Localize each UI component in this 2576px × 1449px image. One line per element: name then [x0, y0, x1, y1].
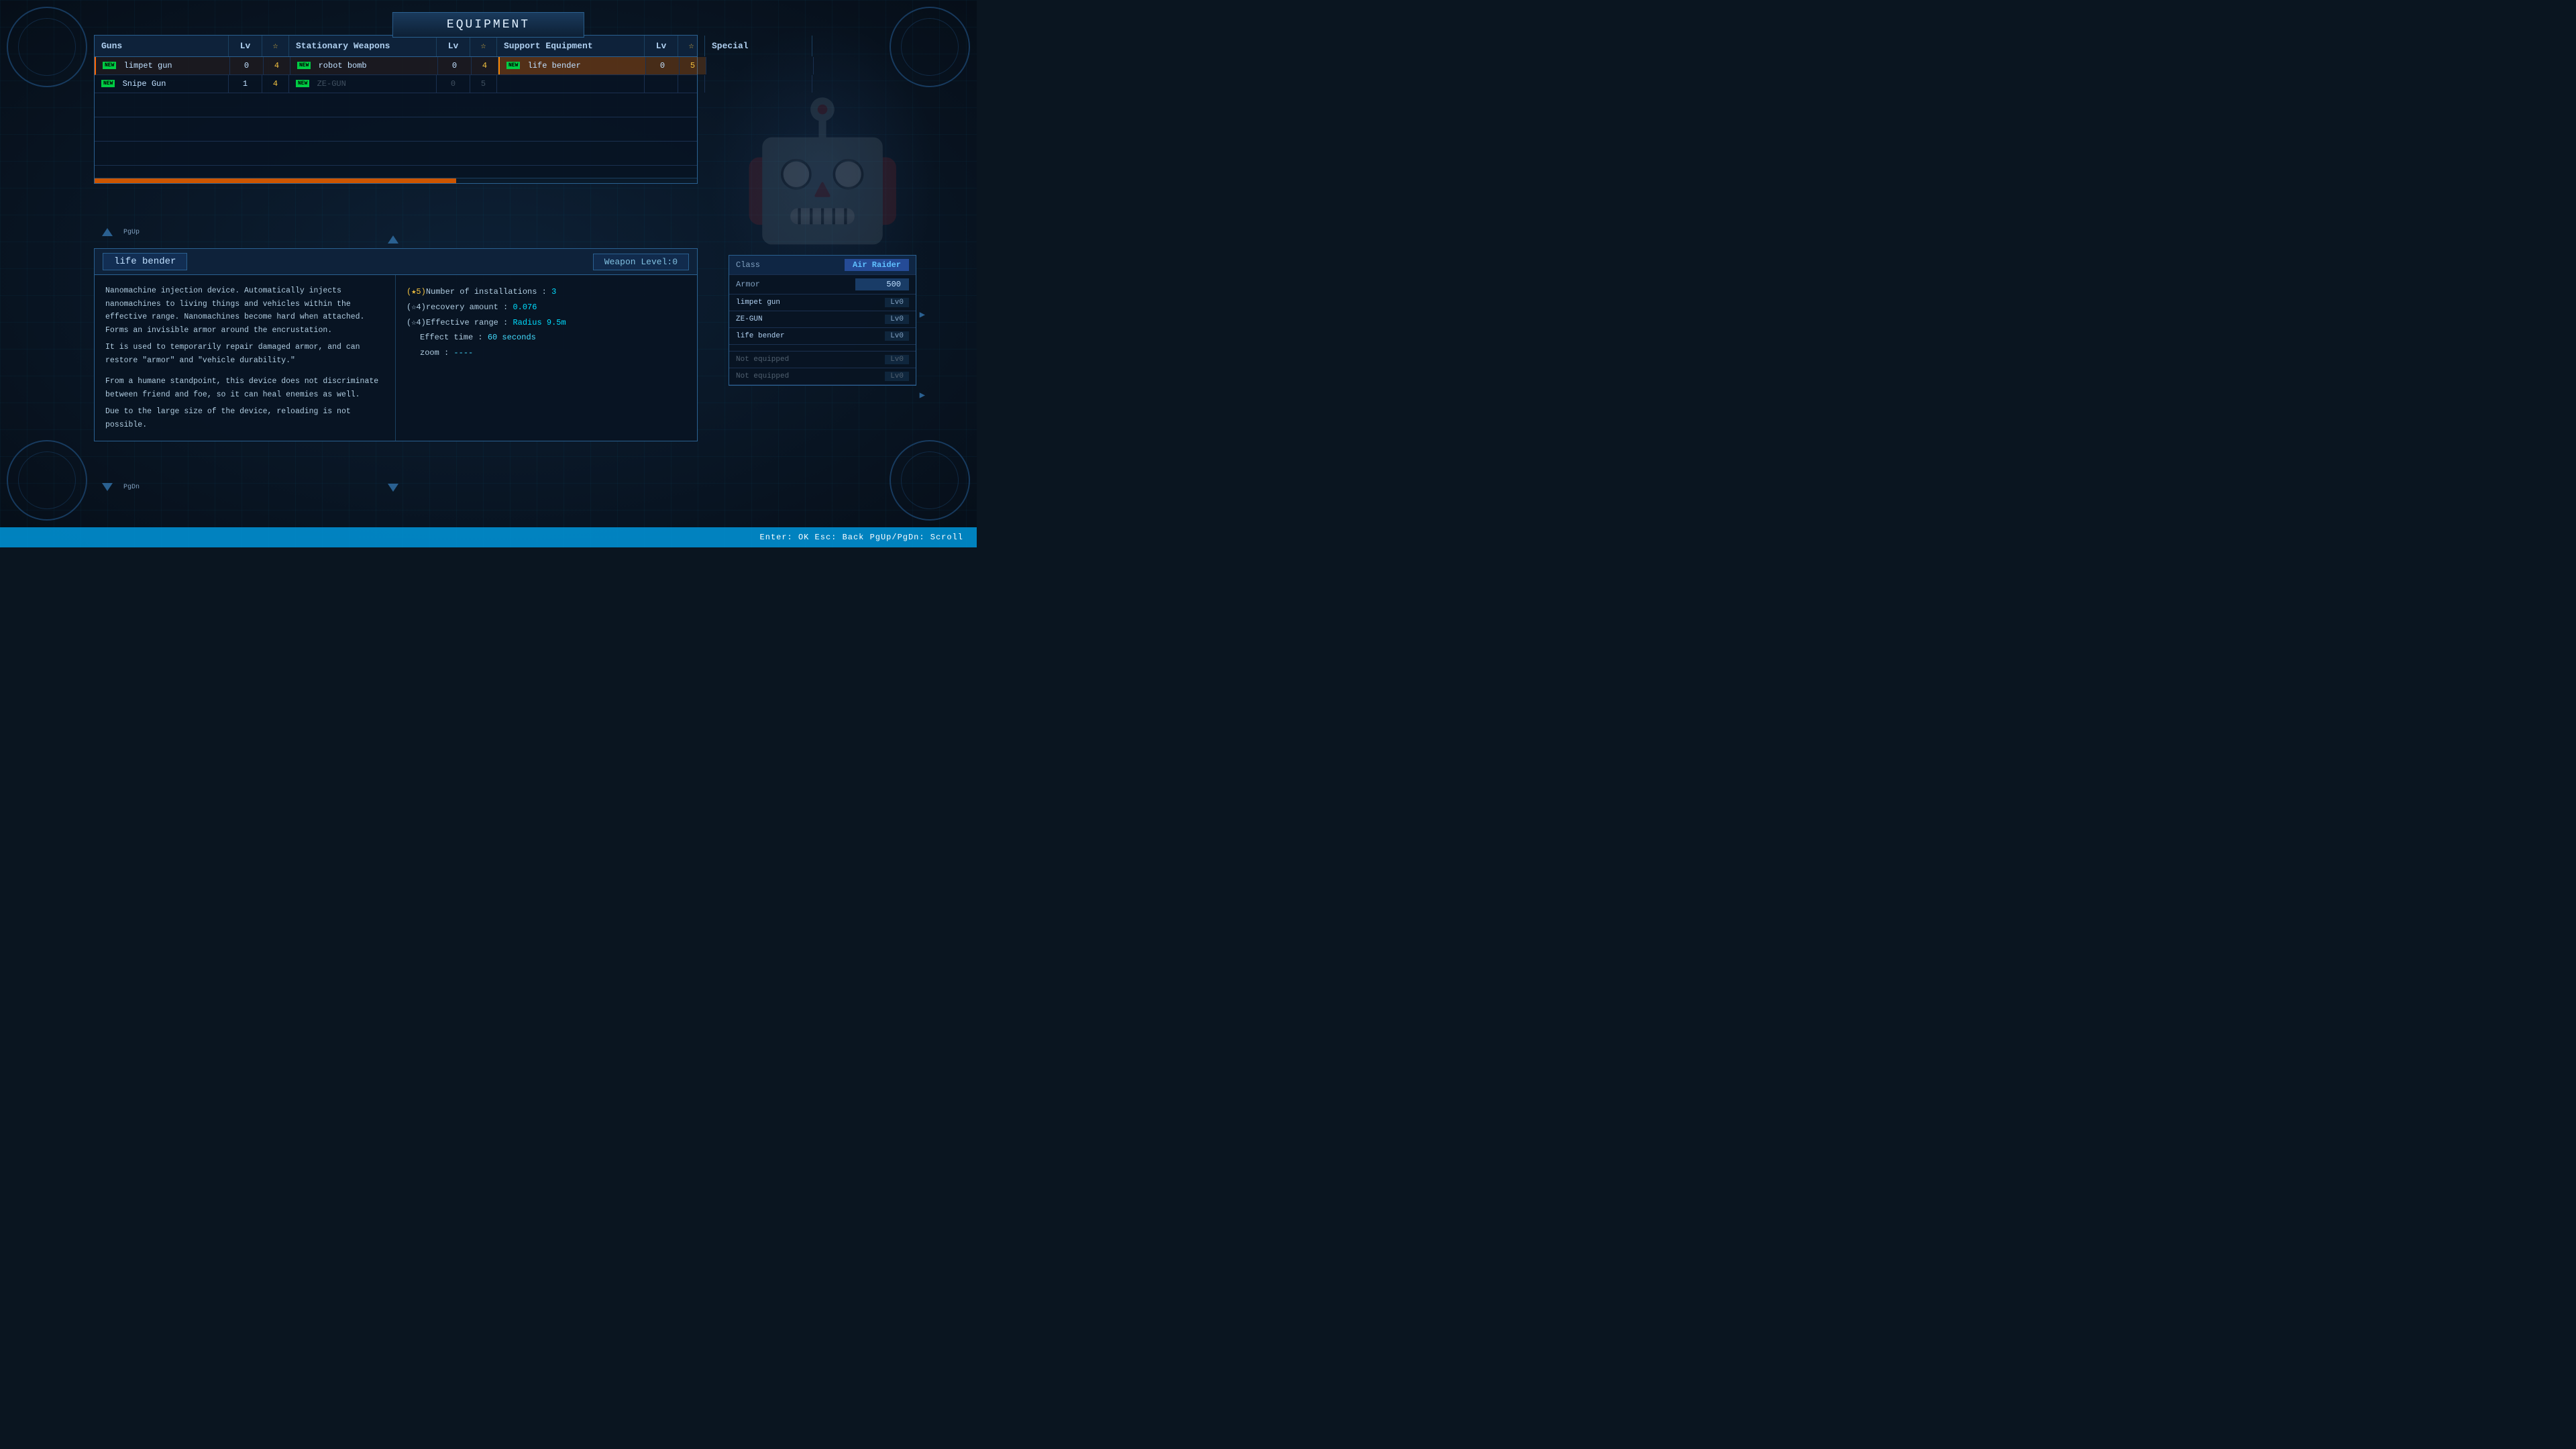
- guns-star-1: 4: [264, 57, 290, 74]
- col-support: Support Equipment: [497, 36, 645, 56]
- pgup-nav[interactable]: PgUp: [99, 228, 140, 236]
- sup-item-1[interactable]: NEW life bender: [498, 57, 646, 74]
- new-badge: NEW: [103, 62, 116, 69]
- equipment-panel: Guns Lv ☆ Stationary Weapons Lv ☆ Suppor…: [94, 35, 698, 184]
- equip-slot-4[interactable]: Not equipped Lv0: [729, 352, 916, 368]
- detail-header: life bender Weapon Level:0: [95, 249, 697, 275]
- col-sup-star: ☆: [678, 36, 705, 56]
- pgup-icon: [102, 228, 113, 236]
- stat-star-2: 5: [470, 75, 497, 93]
- detail-panel: life bender Weapon Level:0 Nanomachine i…: [94, 248, 698, 441]
- equip-3-lv: Lv0: [885, 331, 909, 341]
- corner-decoration-tl: [7, 7, 87, 87]
- stat-star-1: 4: [472, 57, 498, 74]
- hint-text: Enter: OK Esc: Back PgUp/PgDn: Scroll: [760, 533, 963, 542]
- equip-1-lv: Lv0: [885, 298, 909, 307]
- equip-5-lv: Lv0: [885, 372, 909, 381]
- col-sup-lv: Lv: [645, 36, 678, 56]
- guns-lv-1: 0: [230, 57, 264, 74]
- class-label: Class: [736, 260, 760, 270]
- stat-line-5: zoom : ----: [407, 345, 686, 361]
- guns-star-2: 4: [262, 75, 289, 93]
- scroll-up-icon: [388, 235, 398, 244]
- new-badge-stat: NEW: [297, 62, 311, 69]
- page-title: Equipment: [447, 18, 530, 32]
- equip-slot-2[interactable]: ZE-GUN Lv0: [729, 311, 916, 328]
- col-special: Special: [705, 36, 812, 56]
- stat-line-2: (☆4)recovery amount : 0.076: [407, 300, 686, 315]
- new-badge-stat-2: NEW: [296, 80, 309, 87]
- guns-lv-2: 1: [229, 75, 262, 93]
- detail-stats: (★5)Number of installations : 3 (☆4)reco…: [396, 275, 697, 441]
- equip-slot-5[interactable]: Not equipped Lv0: [729, 368, 916, 385]
- pgup-label[interactable]: PgUp: [123, 229, 140, 236]
- stat-lv-2: 0: [437, 75, 470, 93]
- hint-bar: Enter: OK Esc: Back PgUp/PgDn: Scroll: [0, 527, 977, 547]
- equip-1-name: limpet gun: [736, 299, 780, 307]
- sup-item-2: [497, 75, 645, 93]
- special-1: [706, 57, 814, 74]
- equip-spacer: [729, 345, 916, 352]
- scroll-down-icon: [388, 484, 398, 492]
- equip-4-name: Not equipped: [736, 356, 789, 364]
- guns-item-1[interactable]: NEW limpet gun: [96, 57, 230, 74]
- weapon-level: Weapon Level:0: [593, 254, 689, 270]
- guns-item-2[interactable]: NEW Snipe Gun: [95, 75, 229, 93]
- new-badge-sup: NEW: [506, 62, 520, 69]
- table-row-empty-2: [95, 117, 697, 142]
- char-class-row: Class Air Raider: [729, 256, 916, 275]
- character-panel: Class Air Raider Armor 500 limpet gun Lv…: [729, 255, 916, 386]
- stat-item-1[interactable]: NEW robot bomb: [290, 57, 438, 74]
- stat-line-1: (★5)Number of installations : 3: [407, 284, 686, 300]
- scrollbar[interactable]: [95, 178, 697, 183]
- equip-slot-3[interactable]: life bender Lv0: [729, 328, 916, 345]
- sup-star-2: [678, 75, 705, 93]
- char-armor-row: Armor 500: [729, 275, 916, 294]
- sup-star-1: 5: [680, 57, 706, 74]
- new-badge-2: NEW: [101, 80, 115, 87]
- col-guns-star: ☆: [262, 36, 289, 56]
- table-row-empty-1: [95, 93, 697, 117]
- stat-line-4: Effect time : 60 seconds: [407, 330, 686, 345]
- arrow-right-2: ▶: [920, 390, 925, 401]
- equip-2-name: ZE-GUN: [736, 315, 763, 323]
- equip-slot-1[interactable]: limpet gun Lv0: [729, 294, 916, 311]
- col-guns: Guns: [95, 36, 229, 56]
- armor-value: 500: [855, 278, 909, 290]
- detail-description: Nanomachine injection device. Automatica…: [95, 275, 396, 441]
- detail-body: Nanomachine injection device. Automatica…: [95, 275, 697, 441]
- equip-4-lv: Lv0: [885, 355, 909, 364]
- stat-item-2[interactable]: NEW ZE-GUN: [289, 75, 437, 93]
- stat-lv-1: 0: [438, 57, 472, 74]
- table-row[interactable]: NEW Snipe Gun 1 4 NEW ZE-GUN 0 5: [95, 75, 697, 93]
- col-stat-star: ☆: [470, 36, 497, 56]
- col-stationary: Stationary Weapons: [289, 36, 437, 56]
- table-row[interactable]: NEW limpet gun 0 4 NEW robot bomb 0 4 NE…: [95, 57, 697, 75]
- pgdn-icon: [102, 483, 113, 491]
- equip-2-lv: Lv0: [885, 315, 909, 324]
- col-stat-lv: Lv: [437, 36, 470, 56]
- pgdn-nav[interactable]: PgDn: [99, 483, 140, 491]
- table-row-empty-3: [95, 142, 697, 166]
- corner-decoration-bl: [7, 440, 87, 521]
- detail-item-name: life bender: [103, 253, 187, 270]
- table-header: Guns Lv ☆ Stationary Weapons Lv ☆ Suppor…: [95, 36, 697, 57]
- sup-lv-1: 0: [646, 57, 680, 74]
- scrollbar-fill: [95, 178, 456, 183]
- title-bar: Equipment: [392, 12, 584, 38]
- arrow-right-1: ▶: [920, 309, 925, 321]
- scroll-up-arrow[interactable]: [385, 235, 401, 247]
- special-2: [705, 75, 812, 93]
- scroll-down-arrow[interactable]: [385, 483, 401, 495]
- corner-decoration-br: [890, 440, 970, 521]
- class-value: Air Raider: [845, 259, 909, 271]
- equip-5-name: Not equipped: [736, 372, 789, 380]
- table-body: NEW limpet gun 0 4 NEW robot bomb 0 4 NE…: [95, 57, 697, 178]
- stat-line-3: (☆4)Effective range : Radius 9.5m: [407, 315, 686, 331]
- sup-lv-2: [645, 75, 678, 93]
- col-guns-lv: Lv: [229, 36, 262, 56]
- pgdn-label[interactable]: PgDn: [123, 484, 140, 491]
- equip-3-name: life bender: [736, 332, 785, 340]
- armor-label: Armor: [736, 280, 760, 289]
